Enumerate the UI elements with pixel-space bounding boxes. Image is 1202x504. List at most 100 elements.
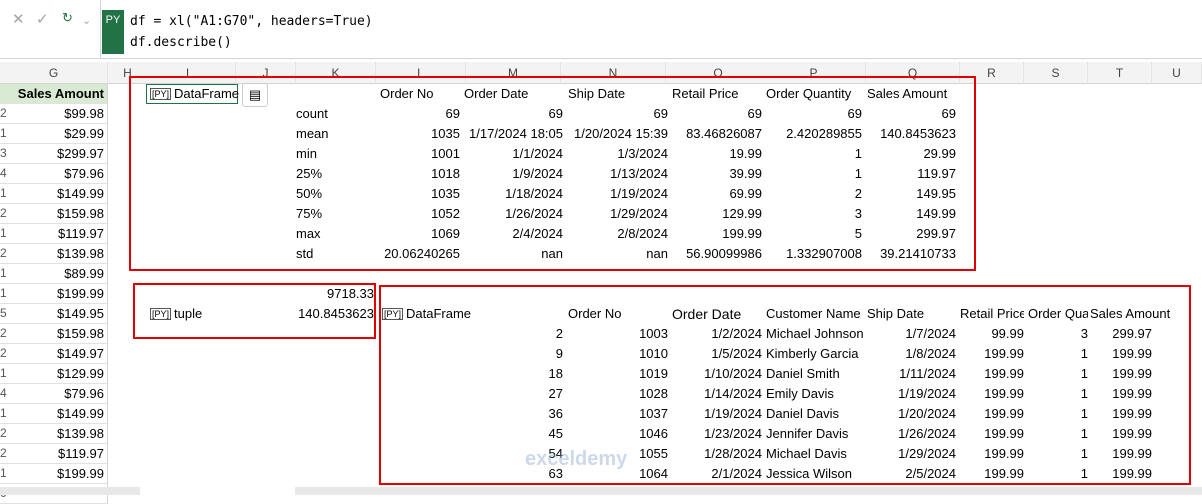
filtered-cell: 199.99 <box>1112 426 1152 441</box>
filtered-cell: 199.99 <box>984 366 1024 381</box>
describe-cell: 1018 <box>431 166 460 181</box>
filtered-cell: 199.99 <box>1112 446 1152 461</box>
sales-amount-cell[interactable]: 2 $159.98 <box>0 324 108 344</box>
sales-amount-cell[interactable]: 2 $139.98 <box>0 244 108 264</box>
describe-cell: 1001 <box>431 146 460 161</box>
describe-cell: 1052 <box>431 206 460 221</box>
sales-amount-value: $119.97 <box>57 226 104 241</box>
sheet-tabs-scroll[interactable] <box>0 487 140 495</box>
sales-amount-cell[interactable]: 4 $79.96 <box>0 384 108 404</box>
describe-cell: 69 <box>941 106 956 121</box>
filtered-col-header: Customer Name <box>766 306 861 321</box>
column-header-u[interactable]: U <box>1152 62 1202 84</box>
chevron-down-icon[interactable]: ⌄ <box>82 14 91 27</box>
row-number-fragment: 4 <box>0 386 7 400</box>
column-header-t[interactable]: T <box>1088 62 1152 84</box>
sales-amount-cell[interactable]: 1 $199.99 <box>0 284 108 304</box>
describe-cell: 39.21410733 <box>880 246 956 261</box>
filtered-cell: Jessica Wilson <box>766 466 852 481</box>
filtered-cell: 199.99 <box>1112 346 1152 361</box>
filtered-cell: Daniel Davis <box>766 406 839 421</box>
sales-amount-value: $159.98 <box>57 206 104 221</box>
sales-amount-cell[interactable]: 4 $79.96 <box>0 164 108 184</box>
sales-amount-cell[interactable]: 1 $119.97 <box>0 224 108 244</box>
column-header-s[interactable]: S <box>1024 62 1088 84</box>
describe-cell: 1/18/2024 <box>505 186 563 201</box>
row-number-fragment: 2 <box>0 326 7 340</box>
describe-cell: 69 <box>653 106 668 121</box>
formula-line-2[interactable]: df.describe() <box>130 35 232 50</box>
horizontal-scrollbar[interactable] <box>295 487 1202 495</box>
describe-stat-label: 75% <box>296 206 323 221</box>
filtered-cell: 199.99 <box>984 446 1024 461</box>
sales-amount-cell[interactable]: 3 $299.97 <box>0 144 108 164</box>
filtered-cell: 2/1/2024 <box>711 466 762 481</box>
sales-amount-cell[interactable]: 2 $119.97 <box>0 444 108 464</box>
sales-amount-cell[interactable]: 5 $149.95 <box>0 304 108 324</box>
filtered-cell: 1019 <box>639 366 668 381</box>
describe-cell: nan <box>541 246 563 261</box>
filtered-cell: 99.99 <box>991 326 1024 341</box>
row-number-fragment: 1 <box>0 286 7 300</box>
formula-bar: ✕ ✓ ↻ ⌄ PY df = xl("A1:G70", headers=Tru… <box>0 0 1202 59</box>
sales-amount-cell[interactable]: 2 $159.98 <box>0 204 108 224</box>
python-card-icon: [PY] <box>150 308 172 320</box>
column-header-g[interactable]: G <box>0 62 108 84</box>
filtered-cell: 1/11/2024 <box>899 366 956 381</box>
row-number-fragment: 2 <box>0 346 7 360</box>
filtered-cell: 1/26/2024 <box>898 426 956 441</box>
sales-amount-value: $79.96 <box>64 166 104 181</box>
describe-cell: 1/20/2024 15:39 <box>574 126 668 141</box>
row-number-fragment: 4 <box>0 166 7 180</box>
filtered-cell: 299.97 <box>1112 326 1152 341</box>
formula-line-1[interactable]: df = xl("A1:G70", headers=True) <box>130 14 373 29</box>
python-insert-icon[interactable]: ↻ <box>62 10 73 26</box>
sales-amount-header-cell[interactable]: Sales Amount <box>0 84 108 104</box>
row-number-fragment: 1 <box>0 266 7 280</box>
row-number-fragment: 1 <box>0 366 7 380</box>
describe-col-header: Retail Price <box>672 86 739 101</box>
filtered-index: 36 <box>548 406 563 421</box>
sales-amount-value: $99.98 <box>64 106 104 121</box>
filtered-col-header: Order Date <box>672 306 742 322</box>
describe-cell: 1069 <box>431 226 460 241</box>
filtered-cell: 199.99 <box>1112 406 1152 421</box>
describe-col-header: Order Quantity <box>766 86 852 101</box>
describe-cell: 69 <box>445 106 460 121</box>
cancel-icon[interactable]: ✕ <box>12 10 25 28</box>
sales-amount-value: $149.97 <box>57 346 104 361</box>
filtered-cell: 1/19/2024 <box>898 386 956 401</box>
tuple-tag[interactable]: [PY] tuple <box>150 304 202 324</box>
sales-amount-cell[interactable]: 2 $99.98 <box>0 104 108 124</box>
sales-amount-cell[interactable]: 1 $199.99 <box>0 464 108 484</box>
card-view-icon[interactable]: ▤ <box>242 83 268 107</box>
sales-amount-cell[interactable]: 2 $149.97 <box>0 344 108 364</box>
filtered-cell: 1/29/2024 <box>898 446 956 461</box>
describe-cell: 1/13/2024 <box>610 166 668 181</box>
sales-amount-value: $139.98 <box>57 426 104 441</box>
filtered-dataframe-tag[interactable]: [PY] DataFrame <box>382 304 471 324</box>
sales-amount-cell[interactable]: 1 $129.99 <box>0 364 108 384</box>
filtered-cell: 1/23/2024 <box>704 426 762 441</box>
sales-amount-cell[interactable]: 1 $149.99 <box>0 184 108 204</box>
python-badge: PY <box>102 10 124 54</box>
filtered-cell: Daniel Smith <box>766 366 840 381</box>
describe-dataframe-tag[interactable]: [PY] DataFrame <box>150 84 239 104</box>
sales-amount-cell[interactable]: 1 $89.99 <box>0 264 108 284</box>
row-number-fragment: 1 <box>0 466 7 480</box>
filtered-cell: 1/14/2024 <box>704 386 762 401</box>
describe-cell: 129.99 <box>722 206 762 221</box>
describe-cell: 299.97 <box>916 226 956 241</box>
sales-amount-cell[interactable]: 2 $139.98 <box>0 424 108 444</box>
sales-amount-value: $149.99 <box>57 186 104 201</box>
filtered-cell: 199.99 <box>984 346 1024 361</box>
filtered-cell: 1046 <box>639 426 668 441</box>
describe-cell: 119.97 <box>917 166 956 181</box>
describe-cell: 69.99 <box>729 186 762 201</box>
sales-amount-header: Sales Amount <box>17 86 104 101</box>
sales-amount-cell[interactable]: 1 $149.99 <box>0 404 108 424</box>
enter-icon[interactable]: ✓ <box>36 10 49 28</box>
row-number-fragment: 2 <box>0 106 7 120</box>
filtered-cell: 1/28/2024 <box>704 446 762 461</box>
sales-amount-cell[interactable]: 1 $29.99 <box>0 124 108 144</box>
